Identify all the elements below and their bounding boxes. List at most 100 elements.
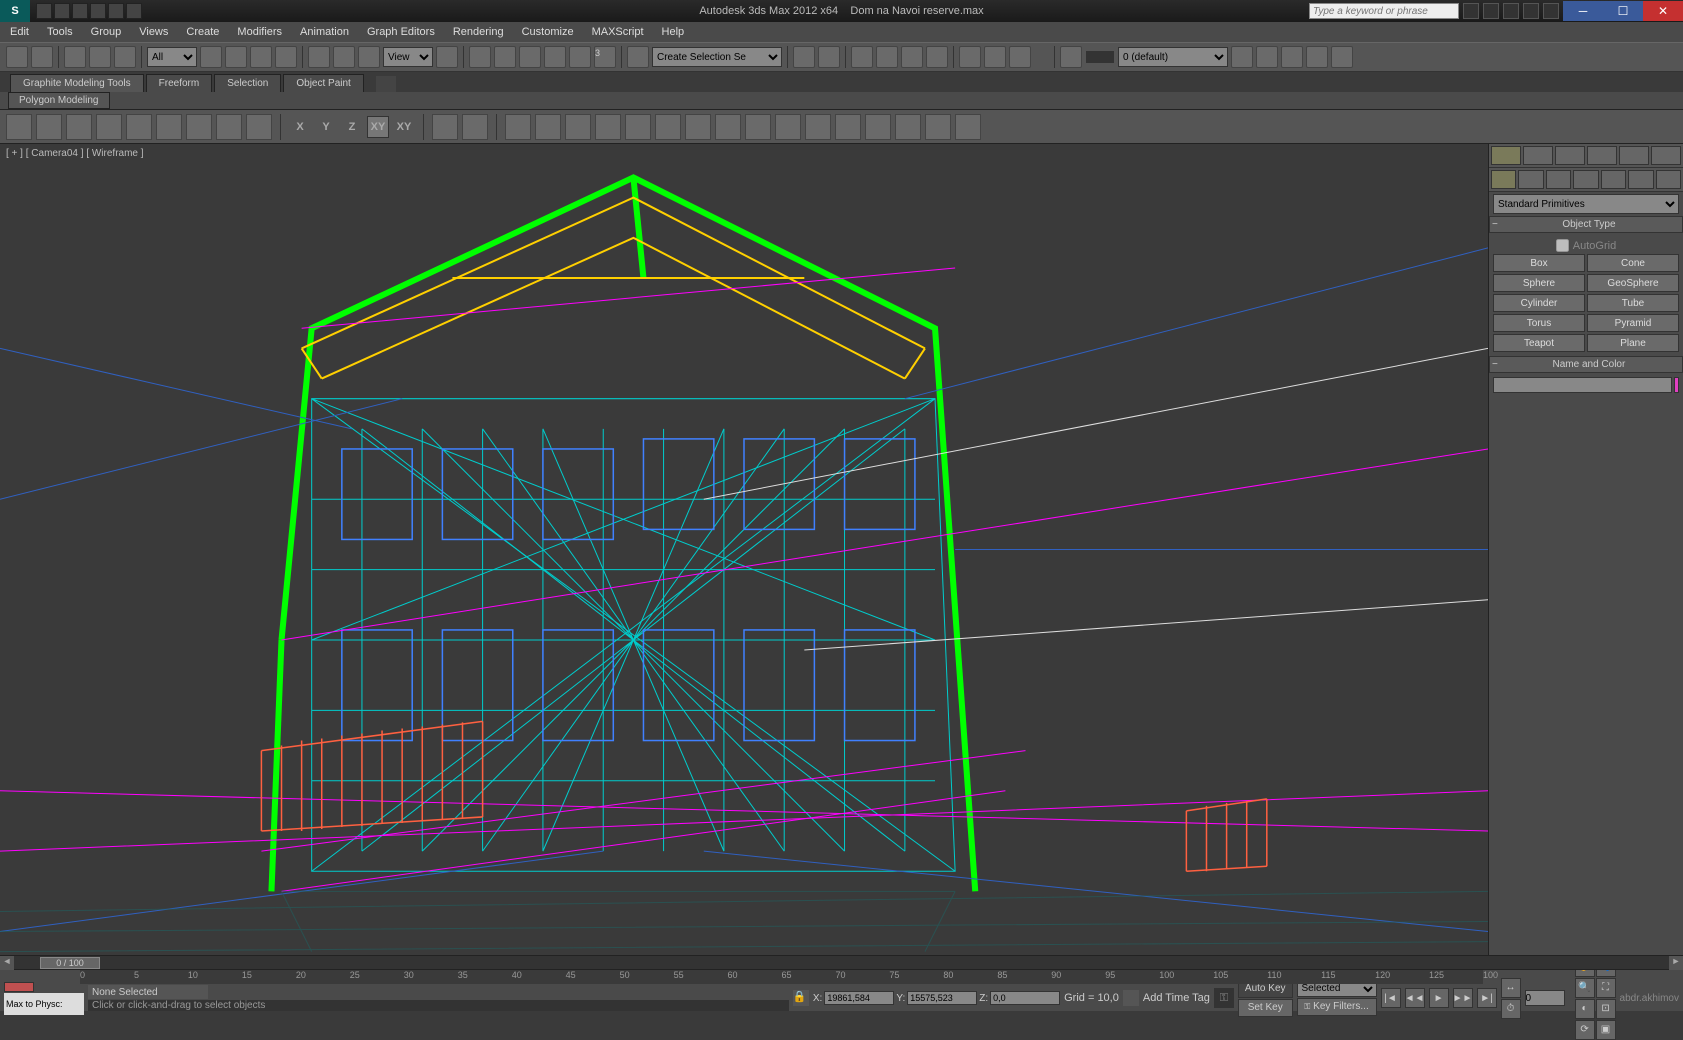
axis-xy2[interactable]: XY xyxy=(393,116,415,138)
tab-objectpaint[interactable]: Object Paint xyxy=(283,74,363,92)
pyramid-button[interactable]: Pyramid xyxy=(1587,314,1679,332)
object-name-input[interactable] xyxy=(1493,377,1672,393)
cone-button[interactable]: Cone xyxy=(1587,254,1679,272)
rotate-icon[interactable] xyxy=(333,46,355,68)
zoomext-icon[interactable]: ⊡ xyxy=(1596,999,1616,1019)
object-color-swatch[interactable] xyxy=(1674,377,1679,393)
mt16-icon[interactable] xyxy=(955,114,981,140)
render-icon[interactable] xyxy=(1009,46,1031,68)
newlayer-icon[interactable] xyxy=(1231,46,1253,68)
maximize-button[interactable]: ☐ xyxy=(1603,1,1643,21)
torus-button[interactable]: Torus xyxy=(1493,314,1585,332)
systems-icon[interactable] xyxy=(1656,170,1681,189)
favorites-icon[interactable] xyxy=(1523,3,1539,19)
mt10-icon[interactable] xyxy=(775,114,801,140)
goto-start-icon[interactable]: |◄ xyxy=(1381,988,1401,1008)
select-rect-icon[interactable] xyxy=(250,46,272,68)
key-icon[interactable]: ⚿ xyxy=(1214,988,1234,1008)
zoom-icon[interactable]: 🔍 xyxy=(1575,978,1595,998)
cameras-icon[interactable] xyxy=(1573,170,1598,189)
mt4-icon[interactable] xyxy=(595,114,621,140)
app-logo[interactable]: S xyxy=(0,0,30,22)
vertex-icon[interactable] xyxy=(6,114,32,140)
editns-icon[interactable] xyxy=(627,46,649,68)
border-icon[interactable] xyxy=(66,114,92,140)
mt11-icon[interactable] xyxy=(805,114,831,140)
layer-toolbar-icon[interactable] xyxy=(1060,46,1082,68)
fov-icon[interactable]: ◐ xyxy=(1575,999,1595,1019)
subscription-icon[interactable] xyxy=(1483,3,1499,19)
display-tab-icon[interactable] xyxy=(1619,146,1649,165)
timetag-icon[interactable] xyxy=(1123,990,1139,1006)
bind-icon[interactable] xyxy=(114,46,136,68)
teapot-button[interactable]: Teapot xyxy=(1493,334,1585,352)
mirror-icon[interactable] xyxy=(793,46,815,68)
lock-icon[interactable]: 🔒 xyxy=(793,990,809,1006)
snap-icon[interactable] xyxy=(519,46,541,68)
mt1-icon[interactable] xyxy=(505,114,531,140)
mt12-icon[interactable] xyxy=(835,114,861,140)
motion-tab-icon[interactable] xyxy=(1587,146,1617,165)
maxscript-listener[interactable]: Max to Physc: xyxy=(4,993,84,1015)
layer-color[interactable] xyxy=(1085,50,1115,64)
plane-button[interactable]: Plane xyxy=(1587,334,1679,352)
menu-help[interactable]: Help xyxy=(662,26,685,38)
orbit-icon[interactable]: ⟳ xyxy=(1575,1020,1595,1040)
autogrid-checkbox[interactable] xyxy=(1556,239,1569,252)
menu-animation[interactable]: Animation xyxy=(300,26,349,38)
menu-group[interactable]: Group xyxy=(91,26,122,38)
unlink-icon[interactable] xyxy=(89,46,111,68)
render-frame-icon[interactable] xyxy=(984,46,1006,68)
mt2-icon[interactable] xyxy=(535,114,561,140)
refcoord-dropdown[interactable]: View xyxy=(383,47,433,67)
zoomall-icon[interactable]: ⛶ xyxy=(1596,978,1616,998)
help-icon[interactable] xyxy=(1543,3,1559,19)
addlayer-icon[interactable] xyxy=(1256,46,1278,68)
undo-button[interactable] xyxy=(6,46,28,68)
select-name-icon[interactable] xyxy=(225,46,247,68)
mt8-icon[interactable] xyxy=(715,114,741,140)
tube-button[interactable]: Tube xyxy=(1587,294,1679,312)
window-cross-icon[interactable] xyxy=(275,46,297,68)
angle-snap-icon[interactable] xyxy=(544,46,566,68)
tab-graphite[interactable]: Graphite Modeling Tools xyxy=(10,74,144,92)
setkey-button[interactable]: Set Key xyxy=(1238,999,1293,1017)
object-type-header[interactable]: −Object Type xyxy=(1489,216,1683,233)
redo-button[interactable] xyxy=(31,46,53,68)
select-icon[interactable] xyxy=(200,46,222,68)
time-slider[interactable]: ◄ 0 / 100 ► xyxy=(0,956,1683,970)
element-icon[interactable] xyxy=(126,114,152,140)
modify-tab-icon[interactable] xyxy=(1523,146,1553,165)
mt14-icon[interactable] xyxy=(895,114,921,140)
mt13-icon[interactable] xyxy=(865,114,891,140)
timeconfig-icon[interactable]: ⏱ xyxy=(1501,999,1521,1019)
pivot-icon[interactable] xyxy=(436,46,458,68)
link-icon[interactable] xyxy=(64,46,86,68)
create-tab-icon[interactable] xyxy=(1491,146,1521,165)
trackbar-toggle-icon[interactable] xyxy=(4,982,34,992)
project-icon[interactable] xyxy=(126,3,142,19)
redo-icon[interactable] xyxy=(108,3,124,19)
subobj2-icon[interactable] xyxy=(186,114,212,140)
next-frame-icon[interactable]: ► xyxy=(1669,956,1683,970)
keyfilters-button[interactable]: ⚿ Key Filters... xyxy=(1297,998,1377,1016)
manipulate-icon[interactable] xyxy=(469,46,491,68)
save-icon[interactable] xyxy=(72,3,88,19)
helpers-icon[interactable] xyxy=(1601,170,1626,189)
undo-icon[interactable] xyxy=(90,3,106,19)
layer-dropdown[interactable]: 0 (default) xyxy=(1118,47,1228,67)
geosphere-button[interactable]: GeoSphere xyxy=(1587,274,1679,292)
cut-icon[interactable] xyxy=(462,114,488,140)
polygon-icon[interactable] xyxy=(96,114,122,140)
lights-icon[interactable] xyxy=(1546,170,1571,189)
mt6-icon[interactable] xyxy=(655,114,681,140)
material-editor-icon[interactable] xyxy=(926,46,948,68)
sellayer-icon[interactable] xyxy=(1281,46,1303,68)
tab-selection[interactable]: Selection xyxy=(214,74,281,92)
mt5-icon[interactable] xyxy=(625,114,651,140)
spinner-snap-icon[interactable]: 3 xyxy=(594,46,616,68)
geometry-icon[interactable] xyxy=(1491,170,1516,189)
axis-z[interactable]: Z xyxy=(341,116,363,138)
axis-x[interactable]: X xyxy=(289,116,311,138)
schematic-icon[interactable] xyxy=(901,46,923,68)
